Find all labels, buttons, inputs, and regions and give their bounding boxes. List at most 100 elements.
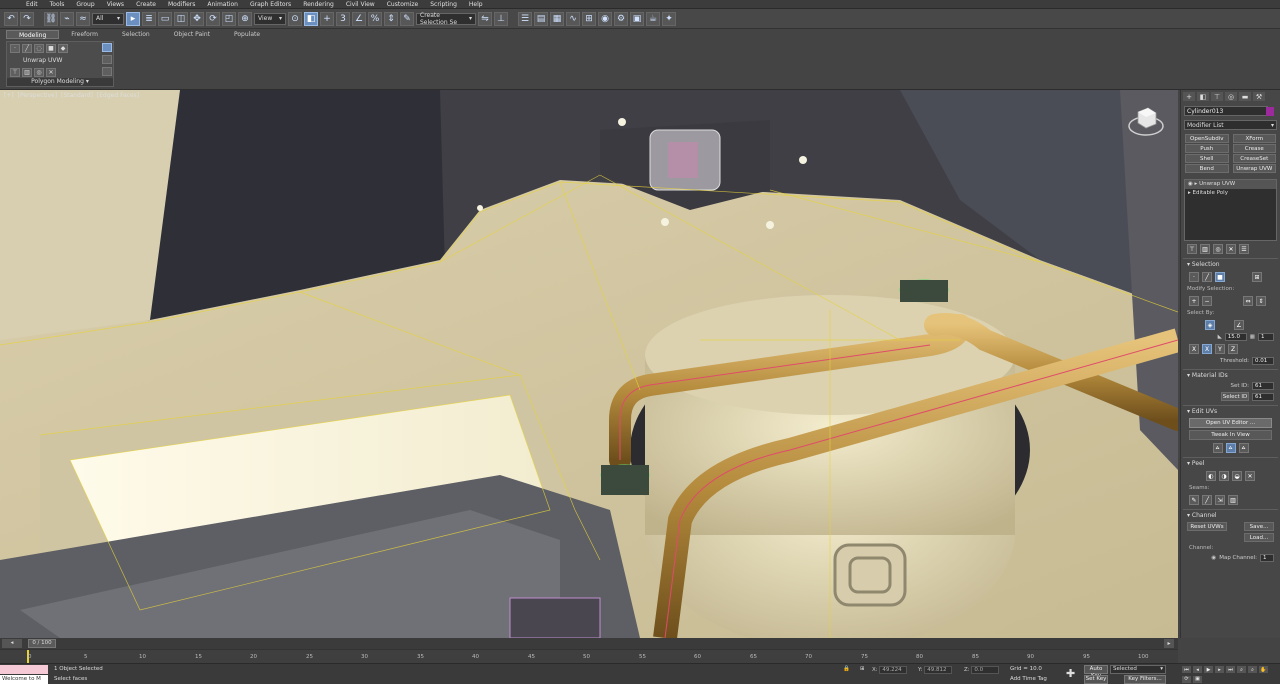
menu-graph-editors[interactable]: Graph Editors [250, 0, 291, 9]
quick-peel-icon[interactable]: ◐ [1206, 471, 1216, 481]
bend-button[interactable]: Bend [1185, 164, 1229, 173]
viewport-menu-plus[interactable]: [+] [4, 92, 14, 99]
motion-tab-icon[interactable]: ◎ [1225, 92, 1237, 101]
scene-explorer-icon[interactable]: ☰ [518, 11, 532, 26]
maxscript-mini-listener[interactable]: Welcome to M [0, 675, 48, 684]
select-object-icon[interactable]: ▸ [126, 11, 140, 26]
bind-space-warp-icon[interactable]: ≈ [76, 11, 90, 26]
expand-seam-icon[interactable]: ⇲ [1215, 495, 1225, 505]
render-setup-icon[interactable]: ⚙ [614, 11, 628, 26]
rendered-frame-icon[interactable]: ▣ [630, 11, 644, 26]
zoom-icon[interactable]: ⌕ [1237, 666, 1246, 673]
show-end-result-icon[interactable]: ▥ [22, 68, 32, 77]
viewcube-icon[interactable] [1126, 100, 1166, 140]
time-slider[interactable]: 0 / 100 [28, 639, 56, 648]
place-icon[interactable]: ⊕ [238, 11, 252, 26]
schematic-view-icon[interactable]: ⊞ [582, 11, 596, 26]
modifier-stack-chip[interactable]: Unwrap UVW [7, 55, 113, 66]
named-selection-dropdown[interactable]: Create Selection Se ▾ [416, 12, 476, 26]
remove-modifier-icon[interactable]: ✕ [46, 68, 56, 77]
reset-uvws-button[interactable]: Reset UVWs [1187, 522, 1227, 531]
load-uvs-button[interactable]: Load... [1244, 533, 1274, 542]
menu-views[interactable]: Views [107, 0, 124, 9]
crease-button[interactable]: Crease [1232, 144, 1276, 153]
tweak-in-view-button[interactable]: Tweak In View [1189, 430, 1272, 440]
zoom-all-icon[interactable]: ⌕ [1248, 666, 1257, 673]
edge-mode-icon[interactable]: ╱ [22, 44, 32, 53]
ribbon-side-icon[interactable] [102, 43, 112, 52]
loop-selection-icon[interactable]: ⇔ [1243, 296, 1253, 306]
channel-title[interactable]: ▾ Channel [1183, 512, 1278, 520]
mirror-icon[interactable]: ⇋ [478, 11, 492, 26]
menu-scripting[interactable]: Scripting [430, 0, 457, 9]
stack-item-unwrap[interactable]: ◉ ▸ Unwrap UVW [1185, 180, 1276, 189]
make-unique-icon[interactable]: ◎ [34, 68, 44, 77]
set-key-button[interactable]: Set Key [1084, 675, 1108, 684]
menu-civil-view[interactable]: Civil View [346, 0, 375, 9]
time-slider-track[interactable]: ◂ 0 / 100 ▸ [0, 638, 1178, 649]
ribbon-side-icon-3[interactable] [102, 67, 112, 76]
selection-filter-dropdown[interactable]: All ▾ [92, 12, 124, 25]
track-bar-toggle[interactable]: ◂ [2, 639, 22, 648]
auto-key-button[interactable]: Auto Key [1084, 665, 1108, 679]
menu-edit[interactable]: Edit [26, 0, 38, 9]
show-end-result-icon[interactable]: ▥ [1200, 244, 1210, 254]
select-by-angle-icon[interactable]: ∠ [1234, 320, 1244, 330]
edge-sub-icon[interactable]: ╱ [1202, 272, 1212, 282]
axis-z-icon[interactable]: Z [1228, 344, 1238, 354]
utilities-tab-icon[interactable]: ⚒ [1253, 92, 1265, 101]
hierarchy-tab-icon[interactable]: ⊤ [1211, 92, 1223, 101]
curve-editor-icon[interactable]: ∿ [566, 11, 580, 26]
make-unique-icon[interactable]: ◎ [1213, 244, 1223, 254]
vertex-mode-icon[interactable]: · [10, 44, 20, 53]
key-filters-button[interactable]: Key Filters... [1124, 675, 1166, 684]
menu-modifiers[interactable]: Modifiers [168, 0, 195, 9]
play-icon[interactable]: ▶ [1204, 666, 1213, 673]
seam-from-selection-icon[interactable]: ▥ [1228, 495, 1238, 505]
link-icon[interactable]: ⛓ [44, 11, 58, 26]
y-field[interactable]: 49.812 [924, 666, 953, 674]
material-editor-icon[interactable]: ◉ [598, 11, 612, 26]
key-mode-dropdown[interactable]: Selected ▾ [1110, 665, 1166, 674]
angle-snap-icon[interactable]: ∠ [352, 11, 366, 26]
absolute-mode-icon[interactable]: ⊞ [860, 666, 865, 672]
viewport-label[interactable]: [+] [Perspective] [Standard] [Edged Face… [4, 92, 141, 99]
z-field[interactable]: 0.0 [971, 666, 1000, 674]
stack-item-editable-poly[interactable]: ▸ Editable Poly [1185, 189, 1276, 198]
configure-sets-icon[interactable]: ☰ [1239, 244, 1249, 254]
select-manipulate-icon[interactable]: ◧ [304, 11, 318, 26]
edit-named-selection-icon[interactable]: ✎ [400, 11, 414, 26]
viewport-view-label[interactable]: [Perspective] [18, 92, 57, 99]
snaps-toggle-icon[interactable]: 3 [336, 11, 350, 26]
xform-button[interactable]: XForm [1232, 134, 1276, 143]
remove-modifier-icon[interactable]: ✕ [1226, 244, 1236, 254]
previous-frame-icon[interactable]: ◂ [1193, 666, 1202, 673]
ring-selection-icon[interactable]: ⇕ [1256, 296, 1266, 306]
modify-tab-icon[interactable]: ◧ [1197, 92, 1209, 101]
unwrap-uvw-button[interactable]: Unwrap UVW [1232, 164, 1276, 173]
object-name-field[interactable]: Cylinder013 [1184, 106, 1274, 116]
menu-rendering[interactable]: Rendering [303, 0, 334, 9]
x-field[interactable]: 49.224 [879, 666, 908, 674]
modifier-list-dropdown[interactable]: Modifier List ▾ [1184, 120, 1277, 130]
menu-group[interactable]: Group [76, 0, 94, 9]
render-teapot-icon[interactable]: ☕ [646, 11, 660, 26]
keyboard-shortcut-icon[interactable]: + [320, 11, 334, 26]
scale-icon[interactable]: ◰ [222, 11, 236, 26]
shrink-selection-icon[interactable]: − [1202, 296, 1212, 306]
key-mode-icon[interactable]: ✚ [1066, 667, 1075, 680]
menu-help[interactable]: Help [469, 0, 483, 9]
pivot-center-icon[interactable]: ⊙ [288, 11, 302, 26]
window-crossing-icon[interactable]: ◫ [174, 11, 188, 26]
pan-icon[interactable]: ✋ [1259, 666, 1268, 673]
tab-selection[interactable]: Selection [110, 30, 162, 39]
opensubdiv-button[interactable]: OpenSubdiv [1185, 134, 1229, 143]
track-bar[interactable]: 0 5 10 15 20 25 30 35 40 45 50 55 60 65 … [0, 649, 1178, 664]
push-button[interactable]: Push [1185, 144, 1229, 153]
point-to-point-seam-icon[interactable]: ✎ [1189, 495, 1199, 505]
maxscript-listener[interactable] [0, 665, 48, 674]
element-mode-icon[interactable]: ◆ [58, 44, 68, 53]
rectangular-selection-icon[interactable]: ▭ [158, 11, 172, 26]
select-id-field[interactable]: 61 [1252, 392, 1274, 401]
tab-modeling[interactable]: Modeling [6, 30, 60, 39]
